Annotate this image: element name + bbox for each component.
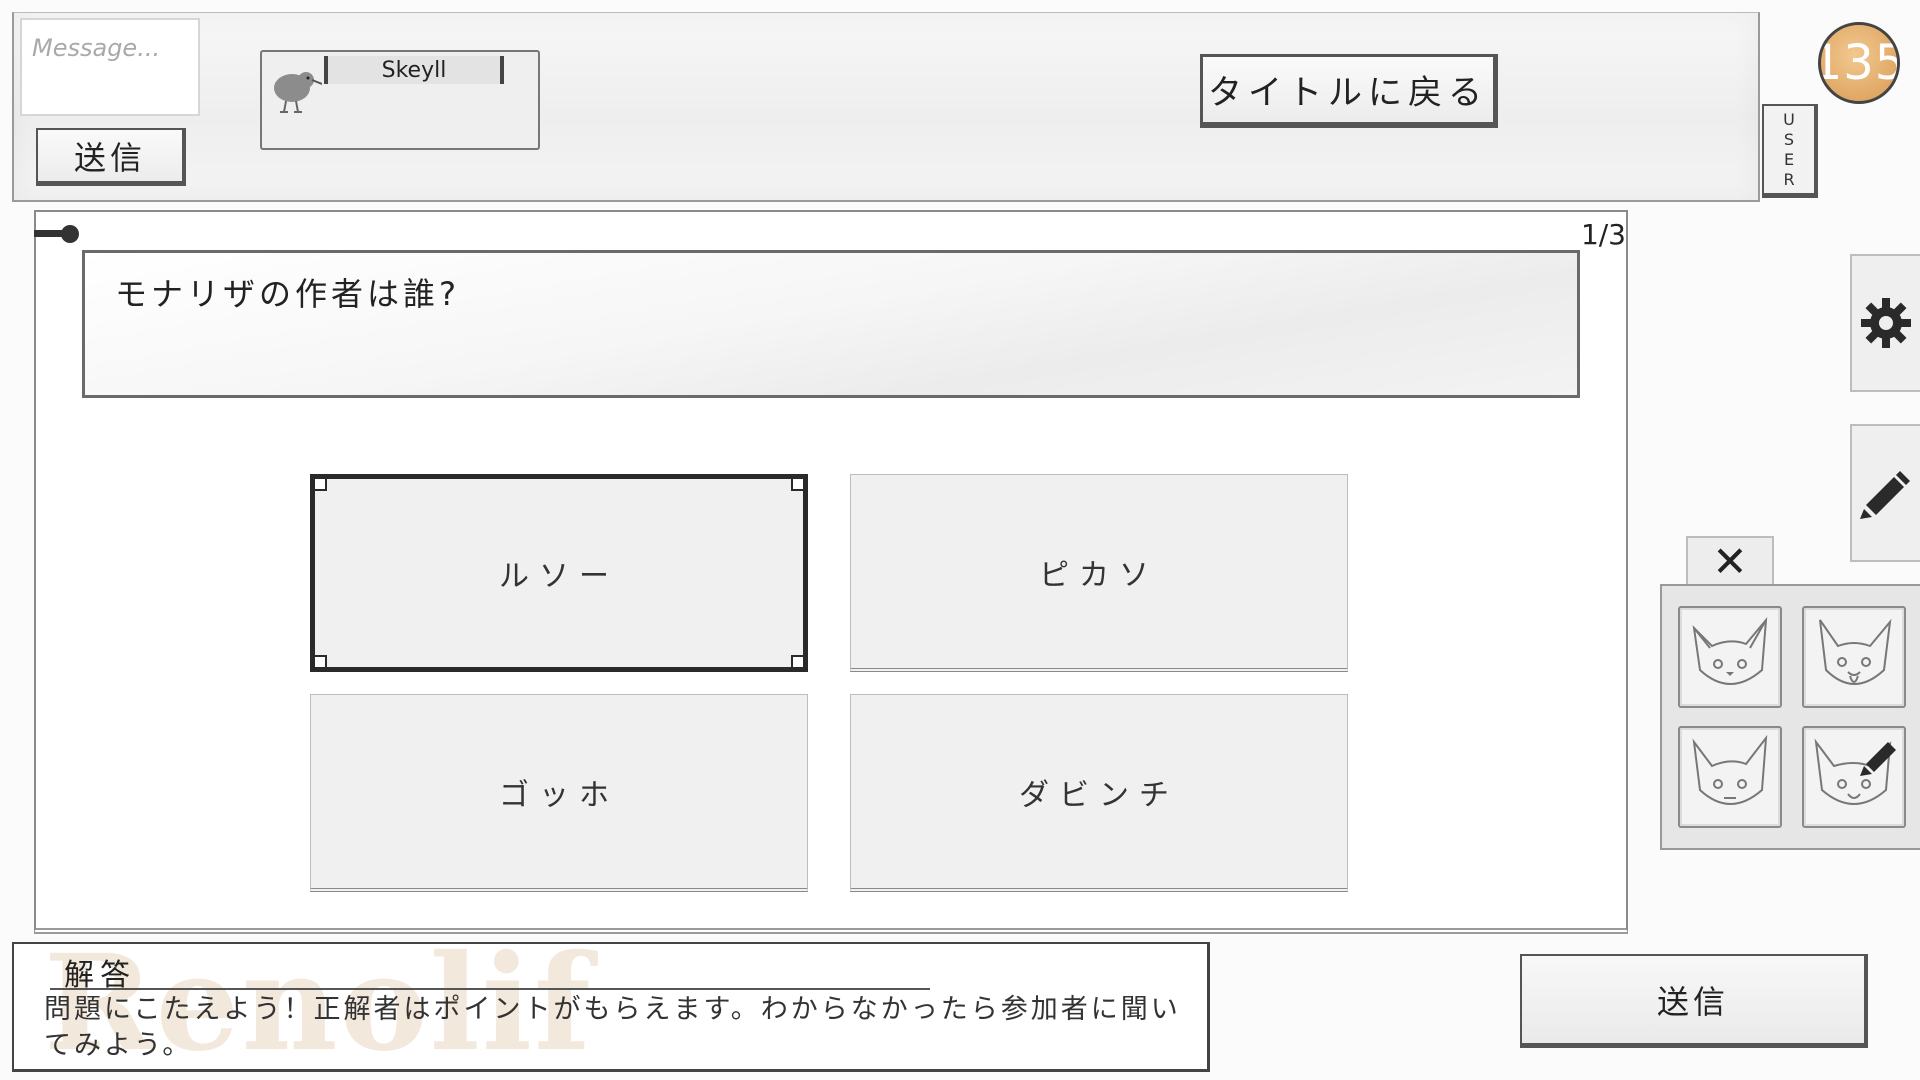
player-card: Skeyll xyxy=(260,50,540,150)
selection-corner xyxy=(313,477,327,491)
cat-face-stamp[interactable] xyxy=(1678,606,1782,708)
choice-label: ルソー xyxy=(499,559,619,594)
player-name: Skeyll xyxy=(324,56,504,84)
choice-3-button[interactable]: ゴッホ xyxy=(310,694,808,892)
answer-send-button[interactable]: 送信 xyxy=(1520,954,1868,1048)
kiwi-bird-icon xyxy=(266,60,323,116)
chat-send-button[interactable]: 送信 xyxy=(36,128,186,186)
close-stamps-button[interactable]: ✕ xyxy=(1686,536,1774,586)
choice-1-button[interactable]: ルソー xyxy=(310,474,808,672)
question-text: モナリザの作者は誰? xyxy=(115,275,460,313)
draw-button[interactable] xyxy=(1850,424,1920,562)
selection-corner xyxy=(791,655,805,669)
question-counter: 1/3 xyxy=(1580,218,1626,251)
choice-label: ゴッホ xyxy=(499,777,619,813)
answer-hint-box: Renolif 解答 問題にこたえよう！正解者はポイントがもらえます。わからなか… xyxy=(12,942,1210,1072)
stamp-panel xyxy=(1660,584,1920,850)
answer-title: 解答 xyxy=(50,950,930,993)
cat-neutral-stamp[interactable] xyxy=(1678,726,1782,828)
choice-label: ダビンチ xyxy=(1019,777,1179,813)
user-tab[interactable]: USER xyxy=(1762,104,1818,198)
gear-icon xyxy=(1861,298,1911,348)
cat-tongue-stamp[interactable] xyxy=(1802,606,1906,708)
user-tab-label: USER xyxy=(1783,110,1795,189)
close-icon: ✕ xyxy=(1712,537,1748,586)
pencil-icon xyxy=(1860,471,1910,519)
choice-2-button[interactable]: ピカソ xyxy=(850,474,1348,672)
timer-knob xyxy=(34,224,82,244)
answer-hint-text: 問題にこたえよう！正解者はポイントがもらえます。わからなかったら参加者に聞いてみ… xyxy=(44,994,1181,1061)
points-badge: 135 xyxy=(1818,22,1900,104)
message-input[interactable] xyxy=(20,18,200,116)
selection-corner xyxy=(313,655,327,669)
back-to-title-button[interactable]: タイトルに戻る xyxy=(1200,54,1498,128)
selection-corner xyxy=(791,477,805,491)
choice-label: ピカソ xyxy=(1039,557,1159,593)
quiz-panel: 1/3 モナリザの作者は誰? ルソー ピカソ ゴッホ ダビンチ xyxy=(34,210,1628,934)
question-box: モナリザの作者は誰? xyxy=(82,250,1580,398)
choice-4-button[interactable]: ダビンチ xyxy=(850,694,1348,892)
settings-button[interactable] xyxy=(1850,254,1920,392)
cat-pencil-stamp[interactable] xyxy=(1802,726,1906,828)
